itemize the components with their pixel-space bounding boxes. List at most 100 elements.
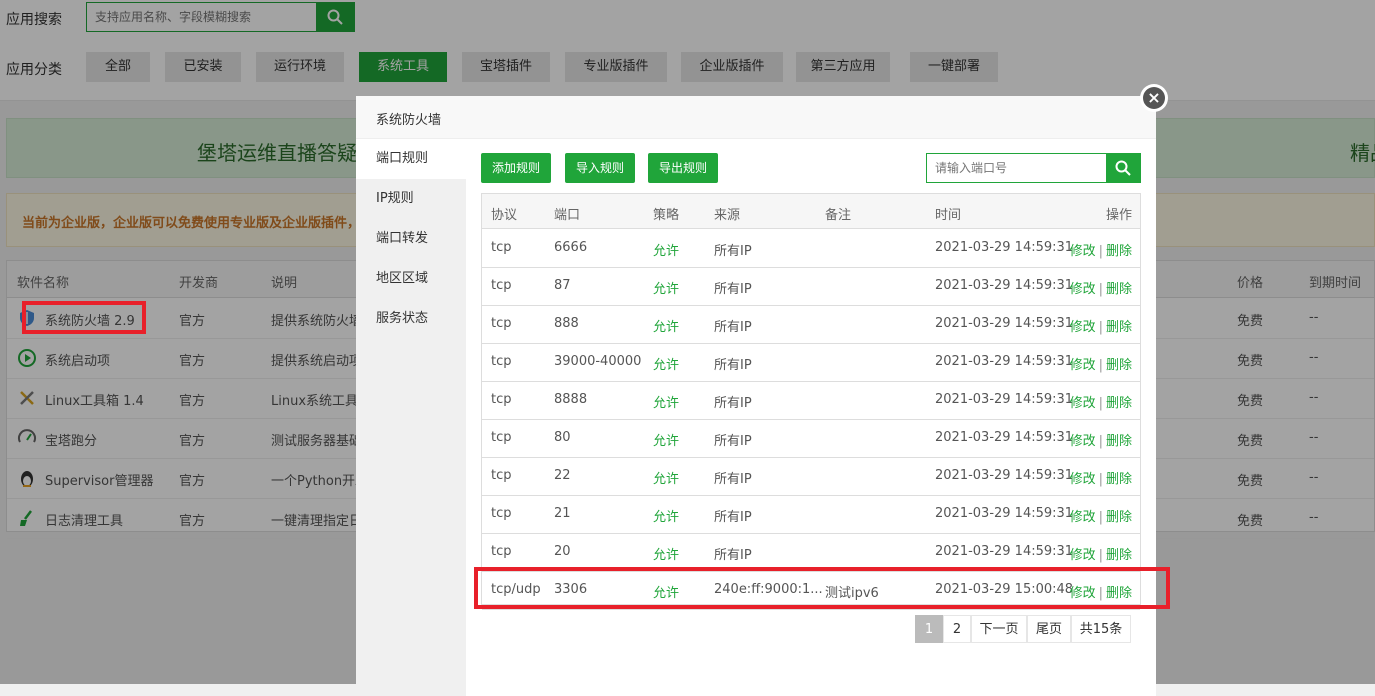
rule-policy: 允许 [653, 434, 680, 449]
rule-port: 20 [554, 544, 571, 559]
action-separator: | [1098, 396, 1103, 411]
port-rule-row: tcp 39000-40000 允许 所有IP 2021-03-29 14:59:31 修… [482, 343, 1140, 382]
rule-protocol: tcp [491, 354, 512, 369]
rule-actions: 修改 | 删除 [1070, 240, 1132, 259]
rule-port: 888 [554, 316, 579, 331]
modal-side-menu: 端口规则 IP规则 端口转发 地区区域 服务状态 [356, 139, 466, 696]
action-separator: | [1098, 434, 1103, 449]
edit-rule-link[interactable]: 修改 [1070, 510, 1096, 525]
delete-rule-link[interactable]: 删除 [1106, 358, 1132, 373]
edit-rule-link[interactable]: 修改 [1070, 472, 1096, 487]
port-rule-row: tcp 8888 允许 所有IP 2021-03-29 14:59:31 修改 | 删除 [482, 381, 1140, 420]
edit-rule-link[interactable]: 修改 [1070, 320, 1096, 335]
edit-rule-link[interactable]: 修改 [1070, 358, 1096, 373]
rule-time: 2021-03-29 14:59:31 [935, 240, 1074, 255]
port-rules-header: 协议 端口 策略 来源 备注 时间 操作 [482, 194, 1140, 229]
rule-protocol: tcp [491, 278, 512, 293]
menu-item[interactable]: 端口规则 [356, 139, 466, 179]
col-source: 来源 [714, 208, 741, 223]
port-rules-table: 协议 端口 策略 来源 备注 时间 操作 tcp 6666 允许 所有IP 2021-0… [481, 193, 1141, 610]
port-search-box [926, 153, 1141, 183]
delete-rule-link[interactable]: 删除 [1106, 548, 1132, 563]
rule-time: 2021-03-29 14:59:31 [935, 544, 1074, 559]
delete-rule-link[interactable]: 删除 [1106, 510, 1132, 525]
rule-protocol: tcp [491, 468, 512, 483]
action-separator: | [1098, 320, 1103, 335]
rule-time: 2021-03-29 14:59:31 [935, 392, 1074, 407]
delete-rule-link[interactable]: 删除 [1106, 472, 1132, 487]
rule-protocol: tcp [491, 392, 512, 407]
delete-rule-link[interactable]: 删除 [1106, 282, 1132, 297]
highlight-box-firewall [22, 301, 146, 334]
highlight-box-ipv6-rule [474, 567, 1170, 609]
delete-rule-link[interactable]: 删除 [1106, 434, 1132, 449]
app-store-page: 应用搜索 应用分类 全部已安装运行环境系统工具宝塔插件专业版插件企业版插件第三方… [0, 0, 1375, 696]
rule-port: 8888 [554, 392, 588, 407]
menu-item[interactable]: 地区区域 [356, 259, 466, 299]
port-search-input[interactable] [927, 154, 1113, 182]
add-rule-button[interactable]: 添加规则 [481, 153, 551, 183]
delete-rule-link[interactable]: 删除 [1106, 244, 1132, 259]
col-protocol: 协议 [491, 208, 518, 223]
action-separator: | [1098, 282, 1103, 297]
rule-policy: 允许 [653, 396, 680, 411]
port-rule-row: tcp 888 允许 所有IP 2021-03-29 14:59:31 修改 | 删除 [482, 305, 1140, 344]
search-icon [1115, 160, 1131, 176]
action-separator: | [1098, 472, 1103, 487]
edit-rule-link[interactable]: 修改 [1070, 282, 1096, 297]
export-rule-button[interactable]: 导出规则 [648, 153, 718, 183]
port-search-button[interactable] [1106, 154, 1140, 182]
port-rule-row: tcp 22 允许 所有IP 2021-03-29 14:59:31 修改 | 删除 [482, 457, 1140, 496]
col-port: 端口 [554, 208, 581, 223]
rule-actions: 修改 | 删除 [1070, 354, 1132, 373]
rule-port: 6666 [554, 240, 588, 255]
rule-time: 2021-03-29 14:59:31 [935, 278, 1074, 293]
rule-policy: 允许 [653, 282, 680, 297]
modal-close-button[interactable]: × [1140, 84, 1168, 112]
menu-item[interactable]: IP规则 [356, 179, 466, 219]
edit-rule-link[interactable]: 修改 [1070, 244, 1096, 259]
close-icon: × [1143, 87, 1165, 109]
menu-item[interactable]: 服务状态 [356, 299, 466, 339]
rule-source: 所有IP [714, 472, 752, 487]
total-count: 共15条 [1071, 615, 1131, 643]
rule-source: 所有IP [714, 396, 752, 411]
next-page-button[interactable]: 下一页 [971, 615, 1027, 643]
rule-policy: 允许 [653, 358, 680, 373]
rule-protocol: tcp [491, 506, 512, 521]
rule-policy: 允许 [653, 510, 680, 525]
edit-rule-link[interactable]: 修改 [1070, 434, 1096, 449]
rule-actions: 修改 | 删除 [1070, 430, 1132, 449]
edit-rule-link[interactable]: 修改 [1070, 548, 1096, 563]
delete-rule-link[interactable]: 删除 [1106, 396, 1132, 411]
rule-source: 所有IP [714, 434, 752, 449]
col-note: 备注 [825, 208, 852, 223]
rule-protocol: tcp [491, 240, 512, 255]
rule-time: 2021-03-29 14:59:31 [935, 468, 1074, 483]
rule-time: 2021-03-29 14:59:31 [935, 354, 1074, 369]
import-rule-button[interactable]: 导入规则 [565, 153, 635, 183]
menu-item[interactable]: 端口转发 [356, 219, 466, 259]
rule-actions: 修改 | 删除 [1070, 278, 1132, 297]
modal-title: 系统防火墙 [376, 113, 442, 128]
delete-rule-link[interactable]: 删除 [1106, 320, 1132, 335]
page-button[interactable]: 2 [943, 615, 971, 643]
rule-policy: 允许 [653, 548, 680, 563]
port-rule-row: tcp 87 允许 所有IP 2021-03-29 14:59:31 修改 | 删除 [482, 267, 1140, 306]
rule-policy: 允许 [653, 320, 680, 335]
rule-protocol: tcp [491, 430, 512, 445]
rule-actions: 修改 | 删除 [1070, 392, 1132, 411]
rule-time: 2021-03-29 14:59:31 [935, 506, 1074, 521]
port-rule-row: tcp 80 允许 所有IP 2021-03-29 14:59:31 修改 | 删除 [482, 419, 1140, 458]
action-separator: | [1098, 358, 1103, 373]
rule-actions: 修改 | 删除 [1070, 468, 1132, 487]
rule-time: 2021-03-29 14:59:31 [935, 430, 1074, 445]
last-page-button[interactable]: 尾页 [1027, 615, 1071, 643]
col-policy: 策略 [653, 208, 680, 223]
rule-port: 22 [554, 468, 571, 483]
rule-port: 80 [554, 430, 571, 445]
rule-protocol: tcp [491, 544, 512, 559]
page-button[interactable]: 1 [915, 615, 943, 643]
rule-port: 21 [554, 506, 571, 521]
edit-rule-link[interactable]: 修改 [1070, 396, 1096, 411]
